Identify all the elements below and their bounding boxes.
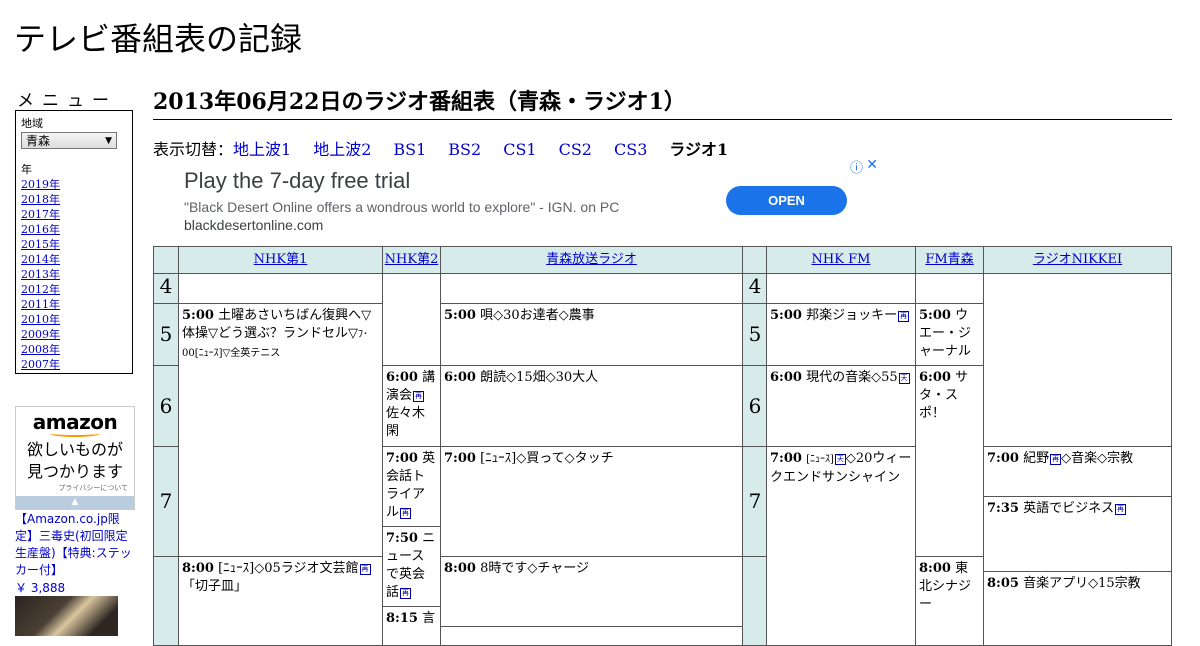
program-empty — [440, 273, 743, 304]
ten-badge-icon: 天 — [898, 373, 910, 384]
program-nikkei-0735[interactable]: 7:35 英語でビジネス再 — [983, 496, 1172, 572]
rerun-badge-icon: 再 — [898, 311, 910, 322]
program-rab-0800[interactable]: 8:00 8時です◇チャージ — [440, 556, 743, 627]
close-icon[interactable]: ✕ — [866, 156, 878, 173]
display-ad[interactable]: Play the 7-day free trial "Black Desert … — [153, 156, 881, 246]
year-link-2009[interactable]: 2009年 — [21, 327, 127, 342]
year-link-2014[interactable]: 2014年 — [21, 252, 127, 267]
program-nhkfm-0700[interactable]: 7:00 [ﾆｭｰｽ] 天 ◇20ウィークエンドサンシャイン — [766, 446, 916, 646]
ad-domain: blackdesertonline.com — [184, 217, 324, 233]
channel-link-nikkei[interactable]: ラジオNIKKEI — [1033, 252, 1122, 267]
program-empty — [915, 273, 984, 304]
hour-cell-4: 4 — [153, 273, 179, 304]
program-nikkei-0700[interactable]: 7:00 紀野再 ◇音楽◇宗教 — [983, 446, 1172, 497]
amazon-privacy-link[interactable]: プライバシーについて — [16, 483, 134, 493]
ad-open-button[interactable]: OPEN — [726, 186, 847, 215]
year-link-2008[interactable]: 2008年 — [21, 342, 127, 357]
year-link-2016[interactable]: 2016年 — [21, 222, 127, 237]
program-nhkfm-0600[interactable]: 6:00 現代の音楽◇55 天 — [766, 365, 916, 447]
year-label: 年 — [21, 163, 32, 176]
amazon-copy-line2: 見つかります — [26, 462, 123, 481]
program-nhk2-0815[interactable]: 8:15 言 — [382, 606, 441, 646]
menu-heading: メニュー — [17, 91, 117, 111]
year-link-2018[interactable]: 2018年 — [21, 192, 127, 207]
year-link-2013[interactable]: 2013年 — [21, 267, 127, 282]
amazon-copy-line1: 欲しいものが — [26, 440, 123, 459]
program-empty — [440, 626, 743, 646]
product-title-link[interactable]: 【Amazon.co.jp限定】三毒史(初回限定生産盤)【特典:ステッカー付】 — [15, 511, 135, 579]
channel-header-nhk2: NHK第2 — [382, 246, 441, 274]
product-image[interactable] — [15, 596, 118, 636]
program-empty — [983, 273, 1172, 447]
channel-header-nhkfm: NHK FM — [766, 246, 916, 274]
site-title: テレビ番組表の記録 — [14, 20, 303, 58]
program-fmaomori-0500[interactable]: 5:00 ウエー・ジャーナル — [915, 303, 984, 366]
channel-header-nikkei: ラジオNIKKEI — [983, 246, 1172, 274]
hour-cell-5-mid: 5 — [742, 303, 768, 366]
channel-header-rab: 青森放送ラジオ — [440, 246, 743, 274]
year-link-2015[interactable]: 2015年 — [21, 237, 127, 252]
hour-cell-8 — [153, 556, 179, 646]
program-empty — [766, 273, 916, 304]
schedule-grid: NHK第1 NHK第2 青森放送ラジオ NHK FM FM青森 ラジオNIKKE… — [153, 246, 1172, 646]
program-rab-0500[interactable]: 5:00 唄◇30お達者◇農事 — [440, 303, 743, 366]
program-nikkei-0805[interactable]: 8:05 音楽アプリ◇15宗教 — [983, 571, 1172, 646]
program-nhk1-0500[interactable]: 5:00 土曜あさいちばん復興へ▽体操▽どう選ぶ？ランドセル▽ﾌ･00[ﾆｭｰｽ… — [178, 303, 383, 557]
region-value: 青森 — [26, 134, 51, 148]
year-link-2007[interactable]: 2007年 — [21, 357, 127, 372]
program-fmaomori-0800[interactable]: 8:00 東北シナジー — [915, 556, 984, 646]
year-link-2011[interactable]: 2011年 — [21, 297, 127, 312]
program-nhk2-0750[interactable]: 7:50 ニュースで英会話再 — [382, 526, 441, 607]
year-link-2012[interactable]: 2012年 — [21, 282, 127, 297]
channel-link-fmaomori[interactable]: FM青森 — [925, 252, 973, 267]
chevron-down-icon: ▼ — [105, 135, 112, 146]
amazon-logo: amazon — [32, 410, 118, 434]
channel-link-nhkfm[interactable]: NHK FM — [812, 252, 871, 267]
hour-cell-8-mid — [742, 556, 768, 646]
ten-badge-icon: 天 — [834, 454, 846, 465]
menu-box: 地域 青森 ▼ 年 2019年 2018年 2017年 2016年 2015年 … — [15, 110, 133, 374]
year-link-2019[interactable]: 2019年 — [21, 177, 127, 192]
page-heading: 2013年06月22日のラジオ番組表（青森・ラジオ1） — [153, 84, 1172, 120]
product-price: ￥ 3,888 — [15, 581, 66, 595]
program-empty — [382, 273, 441, 366]
rerun-badge-icon: 再 — [1115, 504, 1127, 515]
program-nhk1-0800[interactable]: 8:00 [ﾆｭｰｽ]◇05ラジオ文芸館再「切子皿」 — [178, 556, 383, 646]
hour-cell-6-mid: 6 — [742, 365, 768, 447]
chevron-up-icon[interactable]: ▲ — [16, 496, 134, 509]
rerun-badge-icon: 再 — [1050, 454, 1062, 465]
info-icon[interactable]: ⓘ — [850, 157, 863, 176]
year-link-2017[interactable]: 2017年 — [21, 207, 127, 222]
channel-link-rab[interactable]: 青森放送ラジオ — [546, 252, 637, 267]
rerun-badge-icon: 再 — [400, 588, 412, 599]
program-rab-0700[interactable]: 7:00 [ﾆｭｰｽ]◇買って◇タッチ — [440, 446, 743, 557]
rerun-badge-icon: 再 — [400, 508, 412, 519]
grid-corner-middle — [742, 246, 768, 274]
region-select[interactable]: 青森 ▼ — [21, 132, 117, 149]
grid-corner-left — [153, 246, 179, 274]
rerun-badge-icon: 再 — [413, 391, 425, 402]
channel-link-nhk2[interactable]: NHK第2 — [385, 252, 439, 267]
hour-cell-7-mid: 7 — [742, 446, 768, 557]
hour-cell-4-mid: 4 — [742, 273, 768, 304]
rerun-badge-icon: 再 — [359, 564, 371, 575]
program-nhk2-0600[interactable]: 6:00 講演会 再佐々木閑 — [382, 365, 441, 447]
ad-text: "Black Desert Online offers a wondrous w… — [184, 199, 620, 215]
hour-cell-7: 7 — [153, 446, 179, 557]
hour-cell-6: 6 — [153, 365, 179, 447]
hour-cell-5: 5 — [153, 303, 179, 366]
amazon-ad-banner[interactable]: amazon 欲しいものが 見つかります プライバシーについて ▲ — [15, 406, 135, 510]
program-nhk2-0700[interactable]: 7:00 英会話トライアル再 — [382, 446, 441, 527]
channel-link-nhk1[interactable]: NHK第1 — [254, 252, 308, 267]
program-empty — [178, 273, 383, 304]
program-nhkfm-0500[interactable]: 5:00 邦楽ジョッキー再 — [766, 303, 916, 366]
channel-header-nhk1: NHK第1 — [178, 246, 383, 274]
program-rab-0600[interactable]: 6:00 朗読◇15畑◇30大人 — [440, 365, 743, 447]
program-fmaomori-0600[interactable]: 6:00 サタ・スポ！ — [915, 365, 984, 557]
region-label: 地域 — [21, 117, 43, 130]
channel-header-fmaomori: FM青森 — [915, 246, 984, 274]
year-link-2010[interactable]: 2010年 — [21, 312, 127, 327]
ad-headline[interactable]: Play the 7-day free trial — [184, 168, 410, 194]
